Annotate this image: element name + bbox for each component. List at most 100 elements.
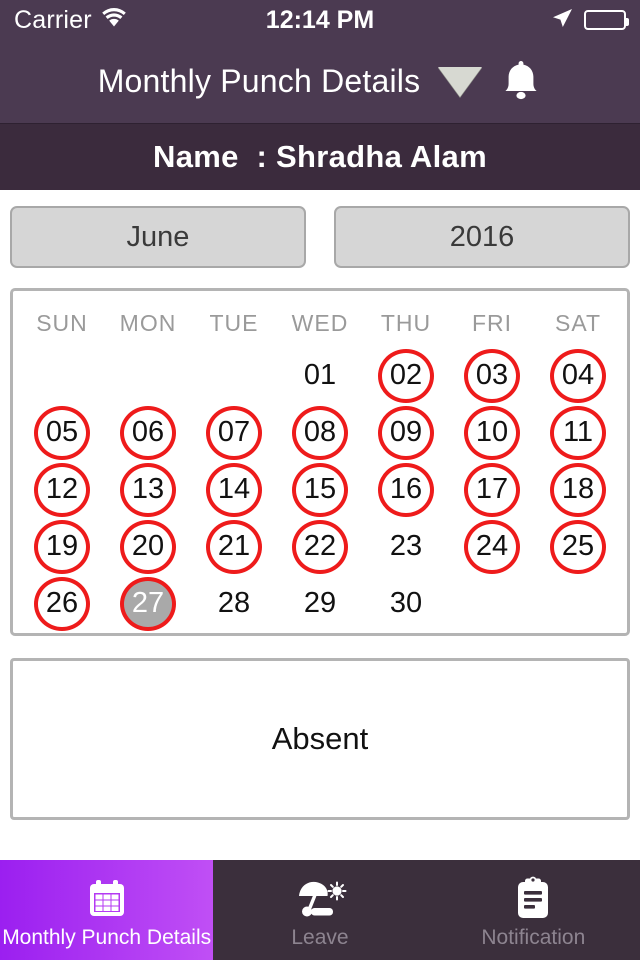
calendar-day-cell[interactable]: 01 (277, 347, 363, 404)
calendar-day-number: 04 (550, 348, 606, 403)
calendar-day-cell[interactable]: 03 (449, 347, 535, 404)
calendar-day-number: 03 (464, 348, 520, 403)
weekday-thu: THU (380, 309, 432, 336)
calendar-day-number: 29 (303, 587, 337, 619)
main-content: June 2016 SUN MON TUE WED THU FRI SAT 01… (0, 190, 640, 860)
beach-umbrella-icon (293, 876, 347, 922)
calendar-day-cell[interactable]: 21 (191, 518, 277, 575)
calendar-day-number: 21 (206, 519, 262, 574)
calendar-day-cell[interactable]: 07 (191, 404, 277, 461)
calendar-weekday-header: SUN MON TUE WED THU FRI SAT (19, 299, 621, 347)
calendar-day-cell[interactable]: 09 (363, 404, 449, 461)
calendar-day-cell[interactable]: 24 (449, 518, 535, 575)
calendar-day-number: 15 (292, 462, 348, 517)
calendar-day-cell[interactable]: 22 (277, 518, 363, 575)
calendar-day-cell[interactable]: 13 (105, 461, 191, 518)
bell-icon[interactable] (500, 57, 542, 106)
carrier-label: Carrier (14, 5, 92, 34)
calendar-day-cell[interactable]: 05 (19, 404, 105, 461)
calendar-day-number (550, 577, 606, 631)
calendar-day-cell[interactable]: 04 (535, 347, 621, 404)
calendar-day-cell[interactable]: 28 (191, 575, 277, 632)
calendar-day-number: 17 (464, 462, 520, 517)
weekday-sat: SAT (554, 309, 602, 336)
calendar-day-number: 23 (389, 530, 423, 562)
calendar-day-number (206, 349, 262, 403)
employee-name-bar: Name : Shradha Alam (0, 124, 640, 190)
tab-bar: Monthly Punch Details Leave Notification (0, 860, 640, 960)
year-selector[interactable]: 2016 (334, 206, 630, 268)
calendar-day-cell[interactable]: 12 (19, 461, 105, 518)
calendar-icon (85, 876, 129, 922)
calendar-day-cell[interactable]: 08 (277, 404, 363, 461)
period-selector-row: June 2016 (10, 206, 630, 268)
tab-label-monthly-punch-details: Monthly Punch Details (2, 926, 212, 949)
calendar-day-number: 28 (217, 587, 251, 619)
calendar-cell-empty (19, 347, 105, 404)
calendar-day-number: 22 (292, 519, 348, 574)
weekday-tue: TUE (209, 309, 259, 336)
triangle-down-icon[interactable] (438, 66, 483, 97)
calendar-day-cell[interactable]: 20 (105, 518, 191, 575)
calendar-day-number: 26 (34, 576, 90, 631)
calendar-day-number (464, 577, 520, 631)
calendar-day-cell[interactable]: 16 (363, 461, 449, 518)
calendar-day-cell[interactable]: 29 (277, 575, 363, 632)
calendar-day-number: 09 (378, 405, 434, 460)
nav-bar: Monthly Punch Details (0, 40, 640, 124)
calendar-day-number: 05 (34, 405, 90, 460)
status-bar: Carrier 12:14 PM (0, 0, 640, 40)
calendar-day-number: 06 (120, 405, 176, 460)
calendar-day-number: 20 (120, 519, 176, 574)
calendar-day-cell[interactable]: 19 (19, 518, 105, 575)
calendar-cell-empty (105, 347, 191, 404)
calendar-cell-empty (191, 347, 277, 404)
calendar-day-number: 24 (464, 519, 520, 574)
calendar-day-cell[interactable]: 11 (535, 404, 621, 461)
weekday-sun: SUN (36, 309, 88, 336)
employee-name-text: Name : Shradha Alam (153, 139, 487, 174)
calendar-day-number: 02 (378, 348, 434, 403)
calendar-day-number: 18 (550, 462, 606, 517)
tab-leave[interactable]: Leave (213, 860, 426, 960)
wifi-icon (101, 7, 127, 33)
calendar-day-cell[interactable]: 02 (363, 347, 449, 404)
calendar-day-number: 30 (389, 587, 423, 619)
calendar-day-cell[interactable]: 10 (449, 404, 535, 461)
calendar-cell-empty (449, 575, 535, 632)
calendar-day-cell[interactable]: 30 (363, 575, 449, 632)
tab-notification[interactable]: Notification (427, 860, 640, 960)
calendar-day-cell[interactable]: 23 (363, 518, 449, 575)
calendar-day-cell[interactable]: 27 (105, 575, 191, 632)
tab-monthly-punch-details[interactable]: Monthly Punch Details (0, 860, 214, 960)
calendar-week-row: 26 27 28 29 30 (19, 575, 621, 632)
calendar-cell-empty (535, 575, 621, 632)
tab-label-notification: Notification (481, 926, 586, 949)
calendar-week-row: 05 06 07 08 09 10 11 (19, 404, 621, 461)
calendar-day-number: 19 (34, 519, 90, 574)
calendar-day-cell[interactable]: 17 (449, 461, 535, 518)
calendar-body: 01 02 03 04 05 06 07 08 09 10 11 12 13 14 15 16 17 18 19 20… (19, 347, 621, 632)
weekday-mon: MON (119, 309, 177, 336)
calendar-day-number: 25 (550, 519, 606, 574)
clipboard-icon (513, 876, 553, 922)
calendar-day-cell[interactable]: 14 (191, 461, 277, 518)
calendar-week-row: 01 02 03 04 (19, 347, 621, 404)
calendar-week-row: 12 13 14 15 16 17 18 (19, 461, 621, 518)
calendar-day-cell[interactable]: 18 (535, 461, 621, 518)
tab-label-leave: Leave (291, 926, 349, 949)
battery-full-icon (584, 10, 629, 30)
calendar: SUN MON TUE WED THU FRI SAT 01 02 03 04 05 06… (10, 288, 630, 636)
calendar-day-number: 11 (550, 405, 606, 460)
month-selector[interactable]: June (10, 206, 306, 268)
calendar-day-cell[interactable]: 15 (277, 461, 363, 518)
calendar-day-number: 13 (120, 462, 176, 517)
calendar-day-number: 16 (378, 462, 434, 517)
calendar-day-number (34, 349, 90, 403)
calendar-day-number: 07 (206, 405, 262, 460)
calendar-day-cell[interactable]: 26 (19, 575, 105, 632)
calendar-day-number (120, 349, 176, 403)
calendar-day-cell[interactable]: 25 (535, 518, 621, 575)
calendar-day-number: 01 (303, 359, 337, 391)
calendar-day-cell[interactable]: 06 (105, 404, 191, 461)
